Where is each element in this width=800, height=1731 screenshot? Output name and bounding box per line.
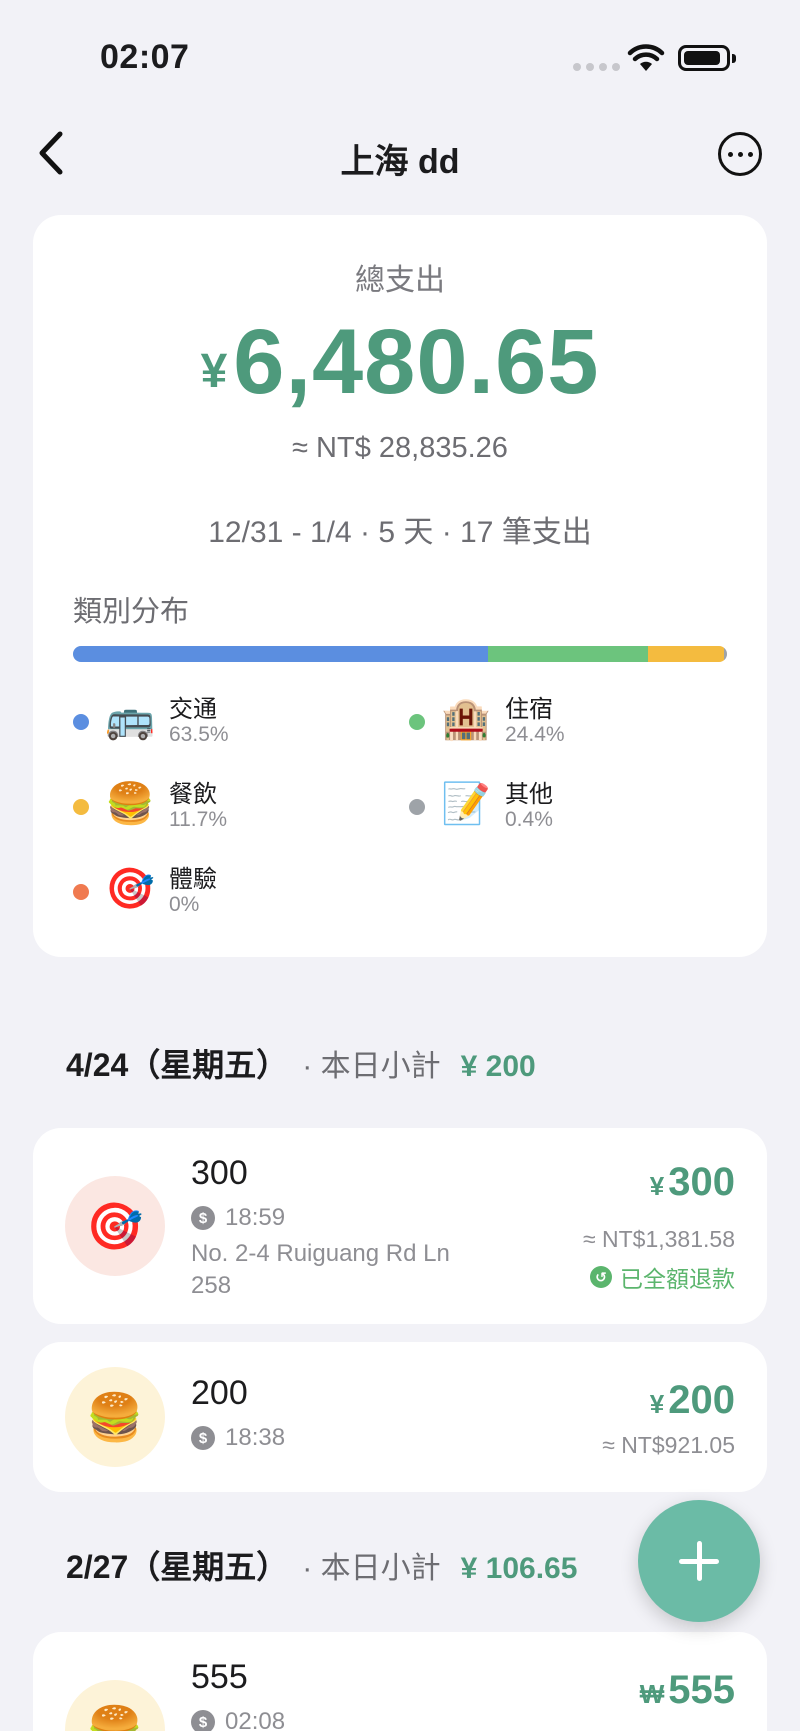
legend-dot <box>409 714 425 730</box>
dollar-coin-icon: $ <box>191 1710 215 1731</box>
expense-time-row: $ 02:08 <box>191 1708 285 1731</box>
wifi-icon <box>627 44 665 71</box>
legend-dot <box>73 799 89 815</box>
currency-symbol: ¥ <box>200 345 228 398</box>
burger-icon: 🍔 <box>105 782 155 826</box>
add-expense-button[interactable] <box>638 1500 760 1622</box>
dollar-coin-icon: $ <box>191 1426 215 1450</box>
target-icon: 🎯 <box>105 867 155 911</box>
expense-amount: ₩555 <box>640 1668 735 1713</box>
day-date: 4/24（星期五） <box>66 1047 289 1083</box>
memo-icon: 📝 <box>441 782 491 826</box>
battery-icon <box>678 45 736 71</box>
day-subtotal-value: ¥ 200 <box>460 1050 536 1083</box>
expense-time: 18:38 <box>225 1424 286 1451</box>
hotel-icon: 🏨 <box>441 697 491 741</box>
cellular-signal-icon <box>573 63 620 71</box>
expense-item[interactable]: 🍔 555 $ 02:08 ₩555 <box>33 1632 767 1731</box>
dollar-coin-icon: $ <box>191 1206 215 1230</box>
expense-item[interactable]: 🎯 300 $ 18:59 No. 2-4 Ruiguang Rd Ln 258… <box>33 1128 767 1324</box>
legend-name: 餐飲 <box>169 781 217 808</box>
expense-converted: ≈ NT$1,381.58 <box>583 1226 735 1252</box>
expense-title: 555 <box>191 1658 248 1696</box>
legend-pct: 24.4% <box>505 723 565 746</box>
status-time: 02:07 <box>100 38 190 76</box>
total-converted: ≈ NT$ 28,835.26 <box>292 432 508 464</box>
legend-name: 交通 <box>169 696 217 723</box>
refund-icon: ↺ <box>590 1266 612 1288</box>
category-bar-segment <box>488 646 648 662</box>
currency-symbol: ₩ <box>639 1679 665 1709</box>
legend-dot <box>409 799 425 815</box>
legend-item-food: 🍔 餐飲 11.7% <box>73 774 393 844</box>
total-amount-value: 6,480.65 <box>233 311 600 413</box>
legend-pct: 0% <box>169 893 200 916</box>
page-title: 上海 dd <box>340 143 460 181</box>
expense-location: No. 2-4 Ruiguang Rd Ln 258 <box>191 1240 450 1299</box>
trip-meta: 12/31 - 1/4 · 5 天 · 17 筆支出 <box>208 516 592 549</box>
legend-name: 體驗 <box>169 866 217 893</box>
legend-name: 住宿 <box>505 696 553 723</box>
category-bar-segment <box>724 646 727 662</box>
burger-icon: 🍔 <box>65 1367 165 1467</box>
expense-title: 200 <box>191 1374 248 1412</box>
target-icon: 🎯 <box>65 1176 165 1276</box>
expense-amount-value: 200 <box>668 1378 735 1422</box>
category-title: 類別分布 <box>73 596 190 628</box>
category-bar-segment <box>647 646 725 662</box>
expense-time-row: $ 18:59 <box>191 1204 285 1232</box>
more-options-button[interactable] <box>718 132 762 176</box>
legend-dot <box>73 714 89 730</box>
bus-icon: 🚌 <box>105 697 155 741</box>
summary-card: 總支出 ¥6,480.65 ≈ NT$ 28,835.26 12/31 - 1/… <box>33 215 767 957</box>
legend-item-lodging: 🏨 住宿 24.4% <box>409 689 729 759</box>
currency-symbol: ¥ <box>649 1171 665 1201</box>
expense-amount-value: 555 <box>668 1668 735 1712</box>
day-header: 4/24（星期五） · 本日小計 ¥ 200 <box>66 1040 536 1086</box>
day-subtotal-value: ¥ 106.65 <box>460 1552 578 1585</box>
expense-time: 18:59 <box>225 1204 286 1231</box>
refund-status: ↺ 已全額退款 <box>590 1260 735 1294</box>
day-date: 2/27（星期五） <box>66 1549 289 1585</box>
total-spending-label: 總支出 <box>355 264 445 297</box>
category-bar-segment <box>73 646 489 662</box>
currency-symbol: ¥ <box>649 1389 665 1419</box>
refund-label: 已全額退款 <box>620 1266 735 1292</box>
expense-converted: ≈ NT$921.05 <box>602 1432 735 1458</box>
day-subtotal-label: · 本日小計 <box>302 1552 441 1585</box>
expense-title: 300 <box>191 1154 248 1192</box>
legend-pct: 63.5% <box>169 723 229 746</box>
status-bar: 02:07 <box>0 0 800 110</box>
legend-item-other: 📝 其他 0.4% <box>409 774 729 844</box>
expense-time: 02:08 <box>225 1708 286 1731</box>
ellipsis-icon <box>727 151 733 157</box>
category-distribution-bar <box>73 646 727 662</box>
day-header: 2/27（星期五） · 本日小計 ¥ 106.65 <box>66 1542 577 1588</box>
legend-pct: 11.7% <box>169 808 227 831</box>
day-subtotal-label: · 本日小計 <box>302 1050 441 1083</box>
expense-item[interactable]: 🍔 200 $ 18:38 ¥200 ≈ NT$921.05 <box>33 1342 767 1492</box>
legend-name: 其他 <box>505 781 553 808</box>
burger-icon: 🍔 <box>65 1680 165 1731</box>
legend-pct: 0.4% <box>505 808 553 831</box>
total-spending-amount: ¥6,480.65 <box>33 310 767 415</box>
legend-item-transport: 🚌 交通 63.5% <box>73 689 393 759</box>
expense-amount: ¥200 <box>650 1378 735 1423</box>
legend-item-experience: 🎯 體驗 0% <box>73 859 393 929</box>
expense-time-row: $ 18:38 <box>191 1424 285 1452</box>
legend-dot <box>73 884 89 900</box>
expense-amount: ¥300 <box>650 1160 735 1205</box>
expense-amount-value: 300 <box>668 1160 735 1204</box>
